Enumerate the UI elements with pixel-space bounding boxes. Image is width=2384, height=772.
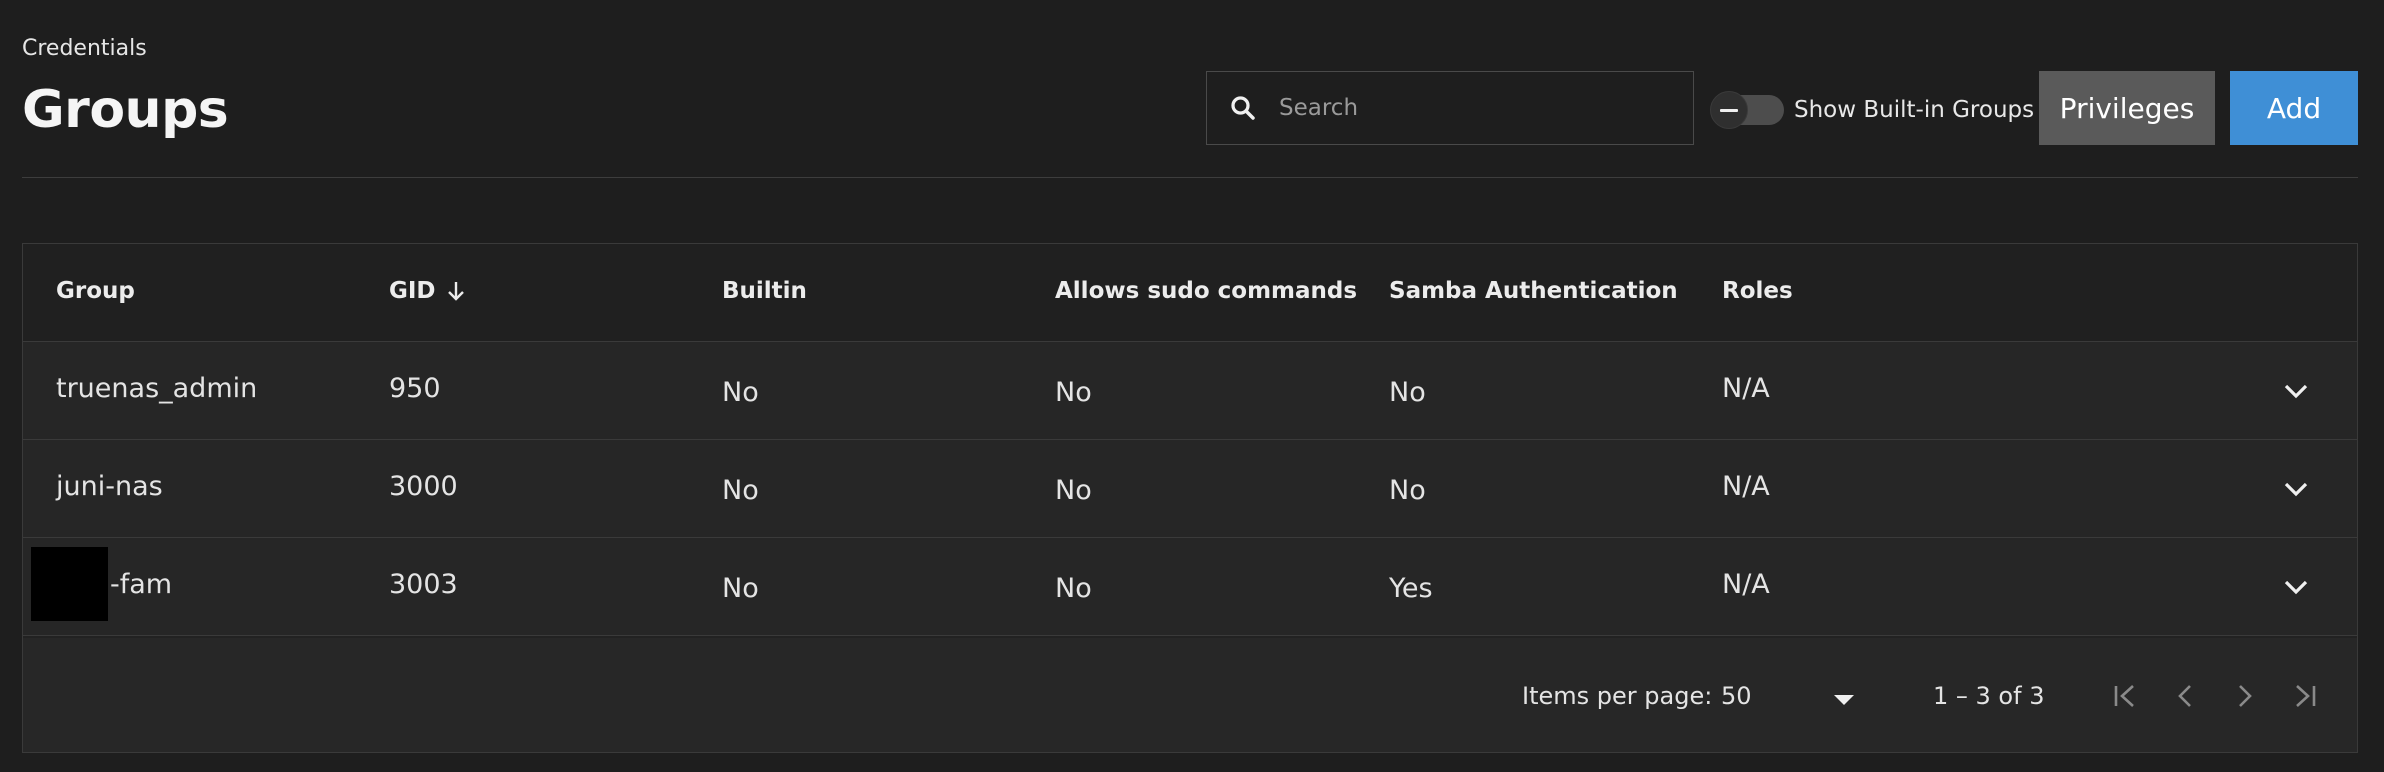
expand-chevron-icon[interactable] xyxy=(2281,474,2311,504)
table-row[interactable]: truenas_admin 950 No No No N/A xyxy=(23,342,2357,440)
breadcrumb[interactable]: Credentials xyxy=(22,36,147,61)
cell-roles: N/A xyxy=(1722,569,1770,600)
table-header-row: Group GID Builtin Allows sudo commands S… xyxy=(23,244,2357,342)
cell-roles: N/A xyxy=(1722,373,1770,404)
cell-samba: Yes xyxy=(1389,573,1433,604)
cell-builtin: No xyxy=(722,475,759,506)
column-header-samba[interactable]: Samba Authentication xyxy=(1389,278,1678,304)
cell-sudo: No xyxy=(1055,377,1092,408)
column-header-group[interactable]: Group xyxy=(56,278,135,304)
column-header-gid-label: GID xyxy=(389,278,436,304)
search-input[interactable] xyxy=(1279,95,1693,121)
cell-samba: No xyxy=(1389,377,1426,408)
header-divider xyxy=(22,177,2358,178)
column-header-sudo[interactable]: Allows sudo commands xyxy=(1055,278,1357,304)
previous-page-icon[interactable] xyxy=(2167,678,2203,714)
first-page-icon[interactable] xyxy=(2107,678,2143,714)
caret-down-icon[interactable] xyxy=(1833,691,1855,710)
cell-group: juni-nas xyxy=(56,471,163,502)
cell-roles: N/A xyxy=(1722,471,1770,502)
paginator: Items per page: 50 1 – 3 of 3 xyxy=(23,638,2357,752)
toggle-switch[interactable] xyxy=(1710,91,1784,129)
add-button[interactable]: Add xyxy=(2230,71,2358,145)
privileges-button[interactable]: Privileges xyxy=(2039,71,2215,145)
cell-group-text: -fam xyxy=(110,568,173,600)
expand-chevron-icon[interactable] xyxy=(2281,376,2311,406)
cell-group: -fam xyxy=(31,547,172,621)
cell-gid: 3003 xyxy=(389,569,458,600)
groups-table: Group GID Builtin Allows sudo commands S… xyxy=(22,243,2358,753)
table-row[interactable]: juni-nas 3000 No No No N/A xyxy=(23,440,2357,538)
column-header-roles[interactable]: Roles xyxy=(1722,278,1793,304)
cell-builtin: No xyxy=(722,573,759,604)
page-range-label: 1 – 3 of 3 xyxy=(1933,682,2045,710)
expand-chevron-icon[interactable] xyxy=(2281,572,2311,602)
search-icon xyxy=(1207,93,1279,123)
cell-group: truenas_admin xyxy=(56,373,258,404)
redaction-block xyxy=(31,547,108,621)
items-per-page-label: Items per page: xyxy=(1522,682,1713,710)
toggle-knob xyxy=(1710,91,1748,129)
search-box[interactable] xyxy=(1206,71,1694,145)
cell-samba: No xyxy=(1389,475,1426,506)
column-header-builtin[interactable]: Builtin xyxy=(722,278,807,304)
arrow-down-icon xyxy=(446,280,466,302)
cell-sudo: No xyxy=(1055,573,1092,604)
last-page-icon[interactable] xyxy=(2287,678,2323,714)
page-title: Groups xyxy=(22,80,229,140)
table-row[interactable]: -fam 3003 No No Yes N/A xyxy=(23,538,2357,636)
cell-sudo: No xyxy=(1055,475,1092,506)
toggle-label[interactable]: Show Built-in Groups xyxy=(1794,97,2034,123)
cell-gid: 3000 xyxy=(389,471,458,502)
show-builtin-groups-toggle[interactable]: Show Built-in Groups xyxy=(1710,90,2034,130)
next-page-icon[interactable] xyxy=(2227,678,2263,714)
cell-builtin: No xyxy=(722,377,759,408)
column-header-gid[interactable]: GID xyxy=(389,278,466,304)
cell-gid: 950 xyxy=(389,373,441,404)
